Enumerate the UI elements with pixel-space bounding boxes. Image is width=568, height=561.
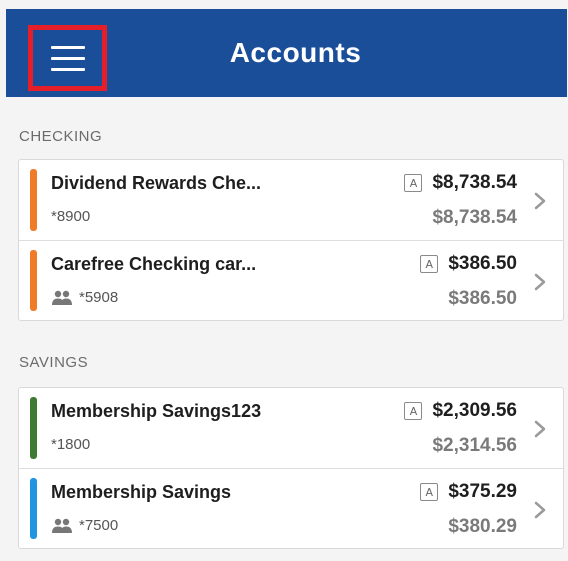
account-row-membership-savings[interactable]: Membership Savings *7500 A $375.29 $380.… bbox=[19, 468, 563, 548]
chevron-right-icon bbox=[534, 273, 546, 291]
available-badge-icon: A bbox=[420, 483, 439, 501]
available-balance: $2,309.56 bbox=[432, 400, 517, 421]
account-row-membership-savings123[interactable]: Membership Savings123 *1800 A $2,309.56 … bbox=[19, 388, 563, 468]
available-balance-group: A $8,738.54 bbox=[404, 172, 517, 194]
chevron-right-icon bbox=[534, 192, 546, 210]
current-balance: $380.29 bbox=[448, 516, 517, 537]
account-color-stripe bbox=[30, 169, 37, 231]
page-title: Accounts bbox=[229, 37, 362, 68]
account-name: Membership Savings123 bbox=[51, 401, 262, 421]
account-number: *7500 bbox=[51, 517, 118, 534]
checking-accounts-list: Dividend Rewards Che... *8900 A $8,738.5… bbox=[18, 159, 564, 321]
available-balance: $386.50 bbox=[448, 253, 517, 274]
chevron-right-icon bbox=[534, 501, 546, 519]
section-label-savings: SAVINGS bbox=[19, 354, 89, 371]
current-balance: $386.50 bbox=[448, 288, 517, 309]
account-color-stripe bbox=[30, 397, 37, 459]
account-name: Carefree Checking car... bbox=[51, 254, 257, 274]
account-name: Dividend Rewards Che... bbox=[51, 173, 262, 193]
account-number-text: *5908 bbox=[79, 289, 119, 306]
available-badge-icon: A bbox=[420, 255, 439, 273]
account-number: *5908 bbox=[51, 289, 118, 306]
account-number: *8900 bbox=[51, 208, 90, 225]
chevron-right-icon bbox=[534, 420, 546, 438]
account-name: Membership Savings bbox=[51, 482, 232, 502]
current-balance: $2,314.56 bbox=[432, 435, 517, 456]
savings-accounts-list: Membership Savings123 *1800 A $2,309.56 … bbox=[18, 387, 564, 549]
app-header: Accounts bbox=[6, 9, 567, 97]
accounts-screen: Accounts CHECKING Dividend Rewards Che..… bbox=[0, 0, 568, 561]
available-balance-group: A $2,309.56 bbox=[404, 400, 517, 422]
account-number-text: *7500 bbox=[79, 517, 119, 534]
current-balance: $8,738.54 bbox=[432, 207, 517, 228]
account-color-stripe bbox=[30, 250, 37, 311]
account-number-text: *1800 bbox=[51, 436, 91, 453]
available-balance-group: A $375.29 bbox=[420, 481, 517, 503]
available-balance-group: A $386.50 bbox=[420, 253, 517, 275]
joint-owners-icon bbox=[52, 518, 72, 533]
account-color-stripe bbox=[30, 478, 37, 539]
available-balance: $8,738.54 bbox=[432, 172, 517, 193]
account-number: *1800 bbox=[51, 436, 90, 453]
account-row-dividend-rewards[interactable]: Dividend Rewards Che... *8900 A $8,738.5… bbox=[19, 160, 563, 240]
available-badge-icon: A bbox=[404, 174, 423, 192]
account-number-text: *8900 bbox=[51, 208, 91, 225]
section-label-checking: CHECKING bbox=[19, 128, 103, 145]
available-balance: $375.29 bbox=[448, 481, 517, 502]
available-badge-icon: A bbox=[404, 402, 423, 420]
account-row-carefree-checking[interactable]: Carefree Checking car... *5908 A $386.50… bbox=[19, 240, 563, 320]
joint-owners-icon bbox=[52, 290, 72, 305]
